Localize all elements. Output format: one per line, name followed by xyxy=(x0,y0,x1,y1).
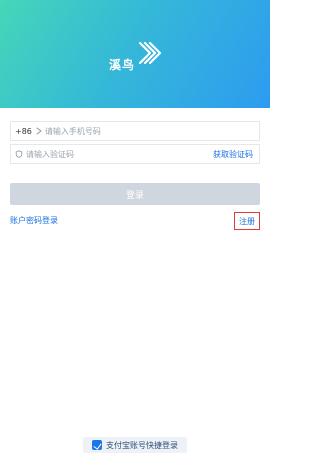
get-code-button[interactable]: 获取验证码 xyxy=(213,149,253,160)
login-screen: 溪鸟 +86 获取验证码 登录 账户密码登录 xyxy=(0,0,270,469)
register-link[interactable]: 注册 xyxy=(234,212,260,230)
secondary-actions: 账户密码登录 注册 xyxy=(10,212,260,232)
verification-code-field[interactable]: 获取验证码 xyxy=(10,144,260,164)
login-form: +86 获取验证码 登录 账户密码登录 注册 xyxy=(0,108,270,469)
app-logo: 溪鸟 xyxy=(109,38,162,78)
alipay-quick-login-button[interactable]: 支付宝账号快捷登录 xyxy=(83,437,187,453)
phone-field[interactable]: +86 xyxy=(10,121,260,141)
shield-icon xyxy=(15,150,23,158)
chevron-right-icon[interactable] xyxy=(36,127,42,135)
register-label: 注册 xyxy=(239,216,255,226)
verification-code-input[interactable] xyxy=(26,147,166,161)
login-button[interactable]: 登录 xyxy=(10,183,260,205)
country-code[interactable]: +86 xyxy=(15,127,32,136)
account-password-login-link[interactable]: 账户密码登录 xyxy=(10,215,58,226)
header-banner: 溪鸟 xyxy=(0,0,270,108)
phone-input[interactable] xyxy=(44,124,185,138)
alipay-icon xyxy=(92,440,102,450)
logo-text: 溪鸟 xyxy=(109,58,136,72)
chevrons-logo-icon xyxy=(138,41,162,65)
alipay-quick-login-label: 支付宝账号快捷登录 xyxy=(106,440,178,450)
